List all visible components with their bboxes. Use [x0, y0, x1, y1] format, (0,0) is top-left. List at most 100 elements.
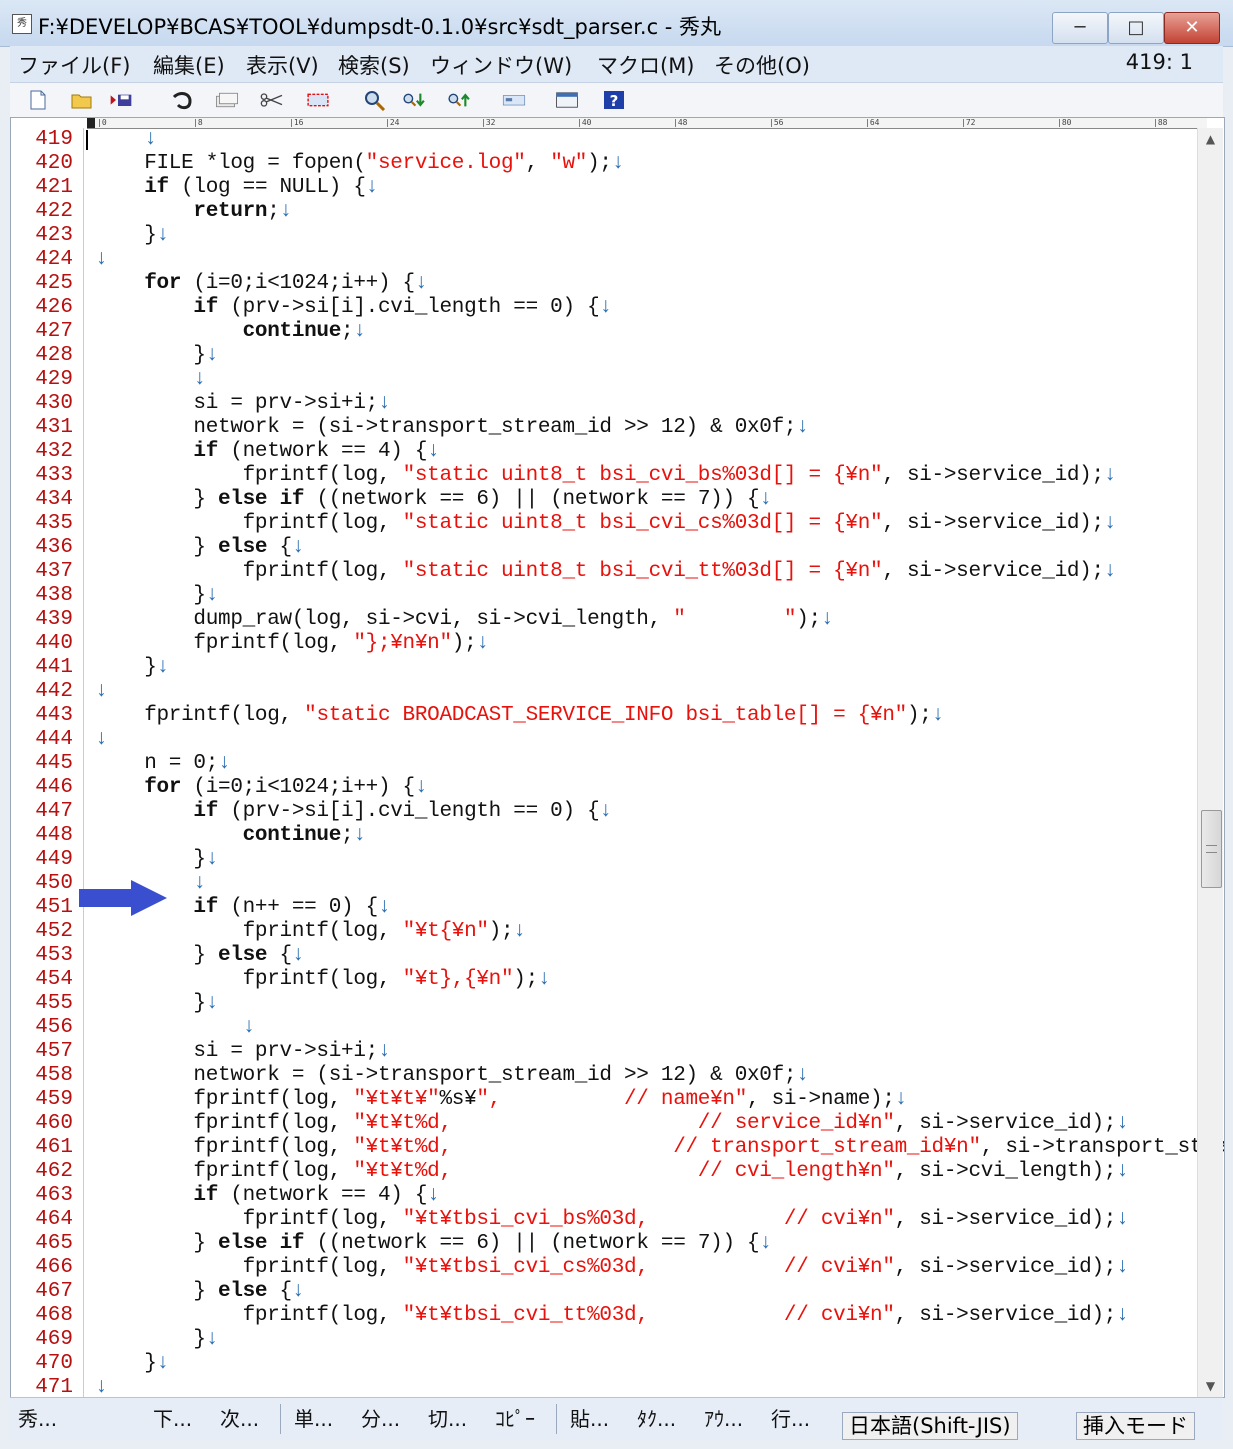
- insert-mode-indicator[interactable]: 挿入モード: [1076, 1412, 1195, 1440]
- code-line[interactable]: 452 fprintf(log, "¥t{¥n");↓: [11, 920, 1197, 944]
- menu-other[interactable]: その他(O): [714, 50, 810, 80]
- line-text[interactable]: if (network == 4) {↓: [95, 440, 439, 464]
- line-text[interactable]: } else {↓: [95, 944, 304, 968]
- line-text[interactable]: fprintf(log, "¥t},{¥n");↓: [95, 968, 551, 992]
- code-line[interactable]: 433 fprintf(log, "static uint8_t bsi_cvi…: [11, 464, 1197, 488]
- line-text[interactable]: fprintf(log, "¥t¥t%d, // service_id¥n", …: [95, 1112, 1128, 1136]
- code-line[interactable]: 437 fprintf(log, "static uint8_t bsi_cvi…: [11, 560, 1197, 584]
- status-button-2[interactable]: 下...: [153, 1402, 192, 1436]
- status-button-11[interactable]: 行...: [771, 1402, 810, 1436]
- line-text[interactable]: }↓: [95, 584, 218, 608]
- code-line[interactable]: 457 si = prv->si+i;↓: [11, 1040, 1197, 1064]
- status-button-3[interactable]: 次...: [220, 1402, 259, 1436]
- line-text[interactable]: continue;↓: [95, 824, 366, 848]
- code-line[interactable]: 423 }↓: [11, 224, 1197, 248]
- grep-icon[interactable]: [502, 89, 526, 111]
- line-text[interactable]: for (i=0;i<1024;i++) {↓: [95, 272, 427, 296]
- menu-edit[interactable]: 編集(E): [153, 50, 225, 80]
- status-button-4[interactable]: 単...: [294, 1402, 333, 1436]
- line-text[interactable]: ↓: [95, 128, 157, 152]
- code-line[interactable]: 439 dump_raw(log, si->cvi, si->cvi_lengt…: [11, 608, 1197, 632]
- code-line[interactable]: 467 } else {↓: [11, 1280, 1197, 1304]
- line-text[interactable]: ↓: [95, 368, 206, 392]
- status-button-6[interactable]: 切...: [428, 1402, 467, 1436]
- status-button-7[interactable]: ｺﾋﾟｰ: [495, 1402, 535, 1436]
- line-text[interactable]: if (network == 4) {↓: [95, 1184, 439, 1208]
- code-line[interactable]: 420 FILE *log = fopen("service.log", "w"…: [11, 152, 1197, 176]
- code-line[interactable]: 450 ↓: [11, 872, 1197, 896]
- line-text[interactable]: } else if ((network == 6) || (network ==…: [95, 488, 772, 512]
- line-text[interactable]: ↓: [95, 248, 108, 272]
- code-line[interactable]: 443 fprintf(log, "static BROADCAST_SERVI…: [11, 704, 1197, 728]
- line-text[interactable]: fprintf(log, "static BROADCAST_SERVICE_I…: [95, 704, 944, 728]
- code-line[interactable]: 435 fprintf(log, "static uint8_t bsi_cvi…: [11, 512, 1197, 536]
- line-text[interactable]: network = (si->transport_stream_id >> 12…: [95, 1064, 808, 1088]
- line-text[interactable]: ↓: [95, 680, 108, 704]
- select-icon[interactable]: [306, 89, 330, 111]
- code-line[interactable]: 438 }↓: [11, 584, 1197, 608]
- code-line[interactable]: 434 } else if ((network == 6) || (networ…: [11, 488, 1197, 512]
- line-text[interactable]: if (prv->si[i].cvi_length == 0) {↓: [95, 800, 612, 824]
- menu-search[interactable]: 検索(S): [338, 50, 410, 80]
- window-icon[interactable]: [555, 89, 579, 111]
- code-line[interactable]: 427 continue;↓: [11, 320, 1197, 344]
- code-line[interactable]: 419 ↓: [11, 128, 1197, 152]
- line-text[interactable]: } else {↓: [95, 536, 304, 560]
- code-line[interactable]: 455 }↓: [11, 992, 1197, 1016]
- code-line[interactable]: 451 if (n++ == 0) {↓: [11, 896, 1197, 920]
- copy-icon[interactable]: [215, 89, 239, 111]
- code-line[interactable]: 461 fprintf(log, "¥t¥t%d, // transport_s…: [11, 1136, 1224, 1160]
- line-text[interactable]: fprintf(log, "¥t{¥n");↓: [95, 920, 526, 944]
- code-line[interactable]: 458 network = (si->transport_stream_id >…: [11, 1064, 1197, 1088]
- search-up-icon[interactable]: [447, 89, 471, 111]
- minimize-button[interactable]: ─: [1052, 12, 1108, 44]
- code-line[interactable]: 428 }↓: [11, 344, 1197, 368]
- scroll-up-icon[interactable]: ▲: [1198, 128, 1223, 150]
- line-text[interactable]: return;↓: [95, 200, 292, 224]
- line-text[interactable]: fprintf(log, "static uint8_t bsi_cvi_bs%…: [95, 464, 1117, 488]
- code-line[interactable]: 459 fprintf(log, "¥t¥t¥"%s¥", // name¥n"…: [11, 1088, 1197, 1112]
- code-area[interactable]: 419 ↓ 420 FILE *log = fopen("service.log"…: [11, 128, 1224, 1397]
- encoding-indicator[interactable]: 日本語(Shift-JIS): [842, 1412, 1018, 1440]
- code-line[interactable]: 446 for (i=0;i<1024;i++) {↓: [11, 776, 1197, 800]
- line-text[interactable]: }↓: [95, 344, 218, 368]
- line-text[interactable]: } else if ((network == 6) || (network ==…: [95, 1232, 772, 1256]
- scroll-down-icon[interactable]: ▼: [1198, 1375, 1223, 1397]
- menu-file[interactable]: ファイル(F): [18, 50, 130, 80]
- line-text[interactable]: fprintf(log, "¥t¥t%d, // cvi_length¥n", …: [95, 1160, 1128, 1184]
- open-folder-icon[interactable]: [70, 89, 94, 111]
- line-text[interactable]: if (prv->si[i].cvi_length == 0) {↓: [95, 296, 612, 320]
- code-line[interactable]: 445 n = 0;↓: [11, 752, 1197, 776]
- code-line[interactable]: 468 fprintf(log, "¥t¥tbsi_cvi_tt%03d, //…: [11, 1304, 1197, 1328]
- line-text[interactable]: fprintf(log, "¥t¥tbsi_cvi_tt%03d, // cvi…: [95, 1304, 1129, 1328]
- line-text[interactable]: }↓: [95, 1352, 169, 1376]
- line-text[interactable]: continue;↓: [95, 320, 366, 344]
- code-line[interactable]: 431 network = (si->transport_stream_id >…: [11, 416, 1197, 440]
- code-line[interactable]: 425 for (i=0;i<1024;i++) {↓: [11, 272, 1197, 296]
- line-text[interactable]: }↓: [95, 224, 169, 248]
- undo-icon[interactable]: [170, 89, 194, 111]
- line-text[interactable]: fprintf(log, "static uint8_t bsi_cvi_cs%…: [95, 512, 1117, 536]
- line-text[interactable]: FILE *log = fopen("service.log", "w");↓: [95, 152, 624, 176]
- code-line[interactable]: 465 } else if ((network == 6) || (networ…: [11, 1232, 1197, 1256]
- code-line[interactable]: 449 }↓: [11, 848, 1197, 872]
- code-line[interactable]: 430 si = prv->si+i;↓: [11, 392, 1197, 416]
- status-button-1[interactable]: 秀...: [18, 1402, 57, 1436]
- code-line[interactable]: 440 fprintf(log, "};¥n¥n");↓: [11, 632, 1197, 656]
- menu-macro[interactable]: マクロ(M): [597, 50, 695, 80]
- code-line[interactable]: 453 } else {↓: [11, 944, 1197, 968]
- status-button-8[interactable]: 貼...: [570, 1402, 609, 1436]
- code-line[interactable]: 462 fprintf(log, "¥t¥t%d, // cvi_length¥…: [11, 1160, 1197, 1184]
- code-line[interactable]: 429 ↓: [11, 368, 1197, 392]
- line-text[interactable]: }↓: [95, 1328, 218, 1352]
- status-button-9[interactable]: ﾀｸ...: [637, 1402, 676, 1436]
- code-line[interactable]: 444 ↓: [11, 728, 1197, 752]
- line-text[interactable]: fprintf(log, "¥t¥tbsi_cvi_bs%03d, // cvi…: [95, 1208, 1129, 1232]
- line-text[interactable]: network = (si->transport_stream_id >> 12…: [95, 416, 808, 440]
- code-line[interactable]: 456 ↓: [11, 1016, 1197, 1040]
- line-text[interactable]: } else {↓: [95, 1280, 304, 1304]
- code-line[interactable]: 424 ↓: [11, 248, 1197, 272]
- code-line[interactable]: 463 if (network == 4) {↓: [11, 1184, 1197, 1208]
- line-text[interactable]: }↓: [95, 656, 169, 680]
- line-text[interactable]: }↓: [95, 992, 218, 1016]
